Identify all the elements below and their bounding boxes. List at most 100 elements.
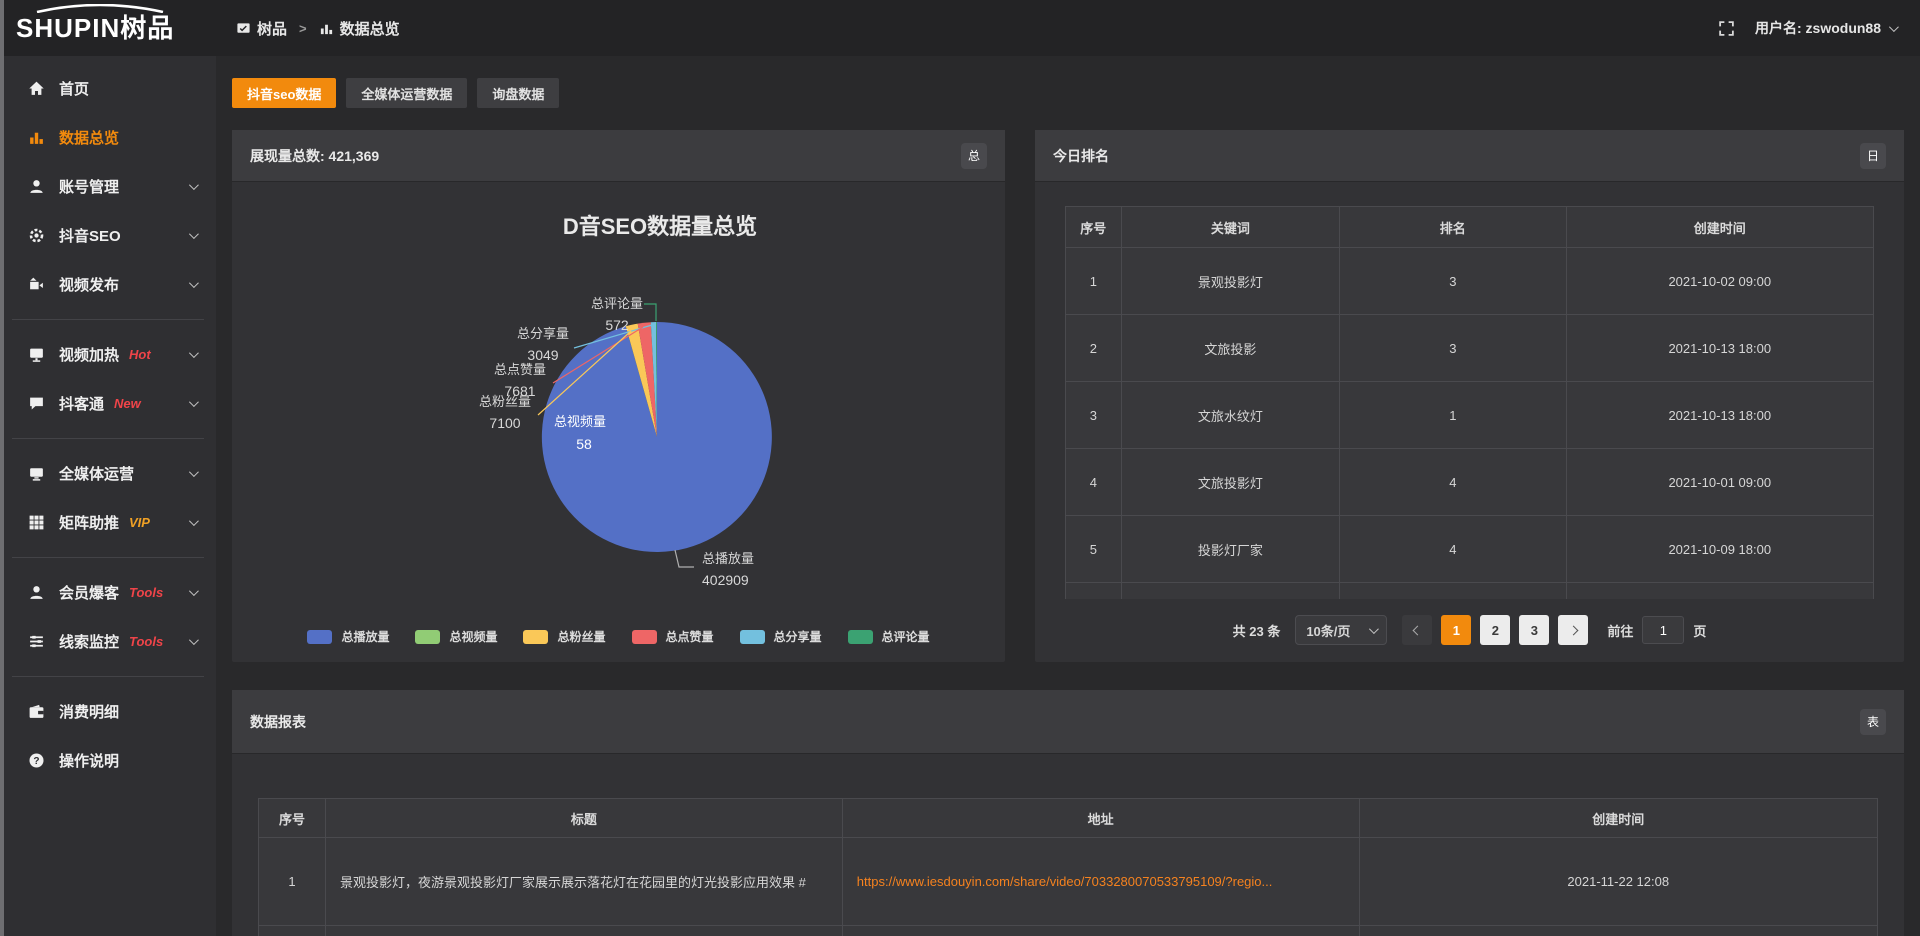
table-row: 2 文旅投影 3 2021-10-13 18:00 (1065, 315, 1874, 382)
sidebar-item-douyin-seo[interactable]: 抖音SEO (0, 211, 216, 260)
ranking-body: 序号 关键词 排名 创建时间 1 景观投影灯 3 2021-10-02 09:0… (1035, 206, 1904, 645)
cell-index: 2 (1065, 315, 1122, 382)
sidebar-item-home[interactable]: 首页 (0, 64, 216, 113)
chevron-left-icon (1412, 625, 1422, 635)
sidebar-item-member[interactable]: 会员爆客 Tools (0, 568, 216, 617)
video-link[interactable]: https://www.iesdouyin.com/share/video/70… (857, 874, 1273, 889)
sidebar-item-label: 矩阵助推 (59, 512, 119, 533)
user-icon (28, 178, 45, 195)
pagination-total: 共 23 条 (1233, 621, 1281, 640)
sidebar-item-spend-detail[interactable]: 消费明细 (0, 687, 216, 736)
value-comments: 572 (605, 317, 629, 333)
window-icon (236, 21, 251, 36)
prev-page-button[interactable] (1402, 615, 1432, 645)
fullscreen-icon[interactable] (1718, 20, 1735, 37)
table-row: 1 景观投影灯，夜游景观投影灯厂家展示展示落花灯在花园里的灯光投影应用效果 # … (258, 838, 1878, 926)
value-fans: 7100 (489, 415, 520, 431)
screen-icon (28, 465, 45, 482)
sidebar-item-label: 账号管理 (59, 176, 119, 197)
sliders-icon (28, 633, 45, 650)
sidebar-item-video-publish[interactable]: 视频发布 (0, 260, 216, 309)
chart-title: D音SEO数据量总览 (563, 214, 757, 239)
cell-rank: 4 (1340, 449, 1567, 516)
breadcrumb-root[interactable]: 树品 (236, 18, 287, 39)
chevron-down-icon (189, 229, 199, 239)
legend-swatch (848, 630, 873, 644)
member-icon (28, 584, 45, 601)
legend-swatch (415, 630, 440, 644)
sidebar-item-label: 抖音SEO (59, 225, 121, 246)
chevron-down-icon (1369, 624, 1379, 634)
report-table: 序号 标题 地址 创建时间 1 景观投影灯，夜游景观投影灯厂家展示展示落花灯在花… (258, 798, 1878, 936)
page-size-value: 10条/页 (1306, 621, 1350, 640)
page-button-2[interactable]: 2 (1480, 615, 1510, 645)
column-header: 序号 (258, 798, 326, 838)
legend-item-videos[interactable]: 总视频量 (415, 628, 497, 645)
legend-label: 总播放量 (341, 628, 389, 645)
bar-chart-icon (319, 21, 334, 36)
chevron-right-icon (1568, 625, 1578, 635)
chevron-down-icon (189, 516, 199, 526)
breadcrumb-separator: > (299, 21, 307, 36)
goto-page-input[interactable] (1642, 616, 1684, 644)
sidebar-item-data-overview[interactable]: 数据总览 (0, 113, 216, 162)
left-scrollbar[interactable] (0, 0, 4, 936)
day-badge-button[interactable]: 日 (1860, 143, 1886, 169)
legend-label: 总视频量 (449, 628, 497, 645)
chevron-down-icon (189, 467, 199, 477)
ranking-panel-header: 今日排名 日 (1035, 130, 1904, 182)
sidebar-item-label: 会员爆客 (59, 582, 119, 603)
legend-item-plays[interactable]: 总播放量 (307, 628, 389, 645)
value-shares: 3049 (527, 347, 558, 363)
page-button-3[interactable]: 3 (1519, 615, 1549, 645)
cell-keyword: 文旅投影 (1122, 315, 1340, 382)
pie-chart-area: D音SEO数据量总览 总评论量 572 (232, 182, 1005, 661)
chevron-down-icon (189, 348, 199, 358)
chat-icon (28, 395, 45, 412)
cell-index: 1 (258, 838, 326, 926)
sidebar-item-label: 全媒体运营 (59, 463, 134, 484)
page-size-select[interactable]: 10条/页 (1295, 615, 1387, 645)
sidebar-item-account[interactable]: 账号管理 (0, 162, 216, 211)
label-fans: 总粉丝量 (479, 394, 531, 409)
tab-douyin-seo[interactable]: 抖音seo数据 (232, 78, 336, 108)
page-button-1[interactable]: 1 (1441, 615, 1471, 645)
gear-icon (28, 227, 45, 244)
pie-chart[interactable]: D音SEO数据量总览 总评论量 572 (232, 182, 1005, 612)
svg-text:?: ? (33, 756, 39, 767)
legend-item-shares[interactable]: 总分享量 (740, 628, 822, 645)
cell-keyword: 投影灯厂家 (1122, 516, 1340, 583)
sidebar-item-label: 线索监控 (59, 631, 119, 652)
sidebar-divider (12, 319, 204, 320)
total-badge-button[interactable]: 总 (961, 143, 987, 169)
tab-inquiry[interactable]: 询盘数据 (477, 78, 559, 108)
sidebar-item-video-heat[interactable]: 视频加热 Hot (0, 330, 216, 379)
sidebar-item-media-ops[interactable]: 全媒体运营 (0, 449, 216, 498)
tab-media-ops[interactable]: 全媒体运营数据 (346, 78, 467, 108)
legend-item-comments[interactable]: 总评论量 (848, 628, 930, 645)
breadcrumb-root-label: 树品 (257, 18, 287, 39)
vip-badge: VIP (129, 515, 150, 530)
report-panel-header: 数据报表 表 (232, 690, 1904, 754)
column-header: 地址 (843, 798, 1360, 838)
report-body: 序号 标题 地址 创建时间 1 景观投影灯，夜游景观投影灯厂家展示展示落花灯在花… (232, 798, 1904, 936)
chart-legend: 总播放量 总视频量 总粉丝量 总点赞量 总分享量 总评论量 (232, 628, 1005, 645)
sidebar-item-help[interactable]: ? 操作说明 (0, 736, 216, 785)
cell-created: 2021-10-01 09:00 (1567, 449, 1874, 516)
next-page-button[interactable] (1558, 615, 1588, 645)
table-badge-button[interactable]: 表 (1860, 709, 1886, 735)
legend-swatch (307, 630, 332, 644)
breadcrumb-current[interactable]: 数据总览 (319, 18, 400, 39)
sidebar-item-doukertong[interactable]: 抖客通 New (0, 379, 216, 428)
cell-index: 1 (1065, 248, 1122, 315)
table-row: 4 文旅投影灯 4 2021-10-01 09:00 (1065, 449, 1874, 516)
pagination: 共 23 条 10条/页 1 2 3 前往 页 (1065, 615, 1874, 645)
sidebar-item-label: 操作说明 (59, 750, 119, 771)
logo[interactable]: SHUPIN树品 (0, 0, 216, 56)
sidebar: 首页 数据总览 账号管理 抖音SEO 视频发布 视频加热 Hot (0, 56, 216, 936)
sidebar-item-lead-monitor[interactable]: 线索监控 Tools (0, 617, 216, 666)
legend-item-fans[interactable]: 总粉丝量 (523, 628, 605, 645)
user-menu[interactable]: 用户名: zswodun88 (1755, 18, 1896, 38)
sidebar-item-matrix-boost[interactable]: 矩阵助推 VIP (0, 498, 216, 547)
legend-item-likes[interactable]: 总点赞量 (632, 628, 714, 645)
